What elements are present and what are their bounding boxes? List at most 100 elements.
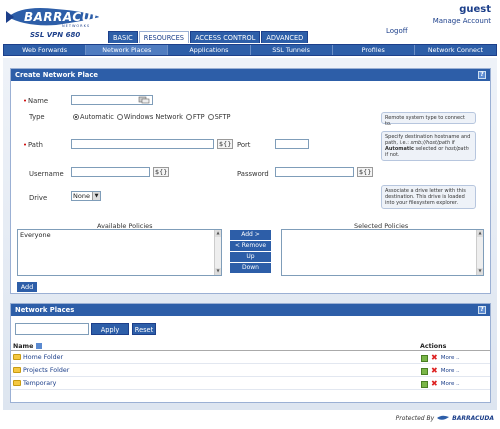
row-actions: ✖ More .. — [421, 378, 460, 390]
subnav-network-connect[interactable]: Network Connect — [415, 45, 496, 55]
network-places-title: Network Places ? — [11, 304, 490, 316]
drive-select[interactable]: None ▼ — [71, 191, 101, 201]
network-places-header: Name Actions — [11, 342, 490, 351]
table-row: Home Folder ✖ More .. — [11, 352, 490, 364]
type-option-automatic-label: Automatic — [80, 113, 114, 121]
type-option-sftp[interactable]: SFTP — [207, 113, 231, 121]
logoff-link[interactable]: Logoff — [386, 27, 408, 35]
port-label: Port — [237, 141, 251, 149]
row-actions: ✖ More .. — [421, 365, 460, 377]
network-places-title-text: Network Places — [15, 306, 75, 314]
name-label: •Name — [23, 97, 49, 105]
subnav-applications[interactable]: Applications — [168, 45, 251, 55]
path-tip-3: selected or — [413, 146, 445, 152]
radio-ftp[interactable] — [185, 114, 192, 120]
add-network-place-button[interactable]: Add — [17, 282, 37, 292]
delete-icon[interactable]: ✖ — [431, 354, 438, 362]
edit-icon[interactable] — [421, 367, 428, 375]
more-link[interactable]: More .. — [441, 365, 460, 377]
place-link[interactable]: Projects Folder — [23, 367, 69, 374]
sub-navigation: Web Forwards Network Places Applications… — [3, 44, 497, 56]
radio-sftp[interactable] — [207, 114, 214, 120]
logo-sub-text: NETWORKS — [62, 24, 91, 28]
drive-tip: Associate a drive letter with this desti… — [381, 185, 476, 209]
subnav-ssl-tunnels[interactable]: SSL Tunnels — [251, 45, 333, 55]
more-link[interactable]: More .. — [441, 352, 460, 364]
selected-policies-scrollbar[interactable] — [476, 230, 483, 275]
network-places-panel: Network Places ? Apply Filter Reset Name… — [10, 303, 491, 403]
sort-icon[interactable] — [35, 343, 42, 349]
place-link[interactable]: Home Folder — [23, 354, 63, 361]
radio-windows[interactable] — [116, 114, 123, 120]
folder-icon — [13, 354, 21, 360]
create-panel-title: Create Network Place ? — [11, 69, 490, 81]
network-browse-icon[interactable] — [138, 96, 150, 104]
help-icon[interactable]: ? — [478, 71, 486, 79]
table-row: Temporary ✖ More .. — [11, 378, 490, 390]
move-down-button[interactable]: Down — [230, 263, 271, 273]
logo-brand-text: BARRACUDA — [24, 10, 113, 24]
policy-move-buttons: Add > < Remove Up Down — [230, 230, 271, 273]
type-option-windows[interactable]: Windows Network — [116, 113, 183, 121]
type-label: Type — [29, 113, 45, 121]
path-input[interactable] — [71, 139, 214, 149]
filter-input[interactable] — [15, 323, 89, 335]
reset-button[interactable]: Reset — [132, 323, 156, 335]
port-input[interactable] — [275, 139, 309, 149]
username-label: Username — [29, 170, 64, 178]
tab-advanced[interactable]: ADVANCED — [261, 31, 309, 43]
edit-icon[interactable] — [421, 354, 428, 362]
type-option-sftp-label: SFTP — [214, 113, 231, 121]
protected-by-text: Protected By — [395, 414, 435, 422]
remove-policy-button[interactable]: < Remove — [230, 241, 271, 251]
delete-icon[interactable]: ✖ — [431, 380, 438, 388]
manage-account-link[interactable]: Manage Account — [433, 17, 491, 25]
move-up-button[interactable]: Up — [230, 252, 271, 262]
type-option-windows-label: Windows Network — [123, 113, 183, 121]
add-policy-button[interactable]: Add > — [230, 230, 271, 240]
help-icon[interactable]: ? — [478, 306, 486, 314]
type-option-ftp[interactable]: FTP — [185, 113, 205, 121]
barracuda-logo: BARRACUDA NETWORKS SSL VPN 680 — [4, 3, 112, 41]
apply-filter-button[interactable]: Apply Filter — [91, 323, 129, 346]
type-tip: Remote system type to connect to. — [381, 112, 476, 127]
subnav-network-places[interactable]: Network Places — [86, 45, 169, 55]
path-tip-4: if not. — [385, 152, 400, 158]
subnav-web-forwards[interactable]: Web Forwards — [4, 45, 87, 55]
table-row: Projects Folder ✖ More .. — [11, 365, 490, 377]
username-input[interactable] — [71, 167, 150, 177]
available-policies-scrollbar[interactable] — [214, 230, 221, 275]
create-panel-title-text: Create Network Place — [15, 71, 99, 79]
password-label: Password — [237, 170, 269, 178]
create-network-place-panel: Create Network Place ? •Name Type Automa… — [10, 68, 491, 294]
type-option-automatic[interactable]: Automatic — [73, 113, 114, 121]
tab-basic[interactable]: BASIC — [108, 31, 138, 43]
name-column-header[interactable]: Name — [13, 342, 42, 351]
username-variable-button[interactable]: ${} — [153, 167, 170, 177]
path-label-text: Path — [28, 141, 43, 149]
chevron-down-icon[interactable]: ▼ — [92, 192, 100, 200]
available-policies-list[interactable]: Everyone — [17, 229, 222, 276]
actions-column-header: Actions — [420, 343, 447, 350]
selected-policies-list[interactable] — [281, 229, 484, 276]
tab-access-control[interactable]: ACCESS CONTROL — [189, 31, 261, 43]
radio-automatic[interactable] — [73, 114, 79, 120]
type-radio-group: Automatic Windows Network FTP SFTP — [73, 113, 230, 121]
password-variable-button[interactable]: ${} — [357, 167, 374, 177]
available-policy-item[interactable]: Everyone — [20, 231, 219, 239]
product-name: SSL VPN 680 — [30, 31, 81, 39]
footer-brand: BARRACUDA — [452, 414, 494, 422]
password-input[interactable] — [275, 167, 354, 177]
subnav-profiles[interactable]: Profiles — [333, 45, 415, 55]
page: BARRACUDA NETWORKS SSL VPN 680 guest Man… — [0, 0, 500, 429]
current-user: guest — [459, 4, 491, 15]
place-link[interactable]: Temporary — [23, 380, 56, 387]
edit-icon[interactable] — [421, 380, 428, 388]
delete-icon[interactable]: ✖ — [431, 367, 438, 375]
tab-resources[interactable]: RESOURCES — [138, 31, 189, 43]
path-tip: Specify destination hostname and path, i… — [381, 131, 476, 161]
top-tabs: BASIC RESOURCES ACCESS CONTROL ADVANCED — [108, 31, 309, 43]
path-variable-button[interactable]: ${} — [217, 139, 234, 149]
more-link[interactable]: More .. — [441, 378, 460, 390]
footer: Protected By BARRACUDA — [396, 414, 494, 422]
